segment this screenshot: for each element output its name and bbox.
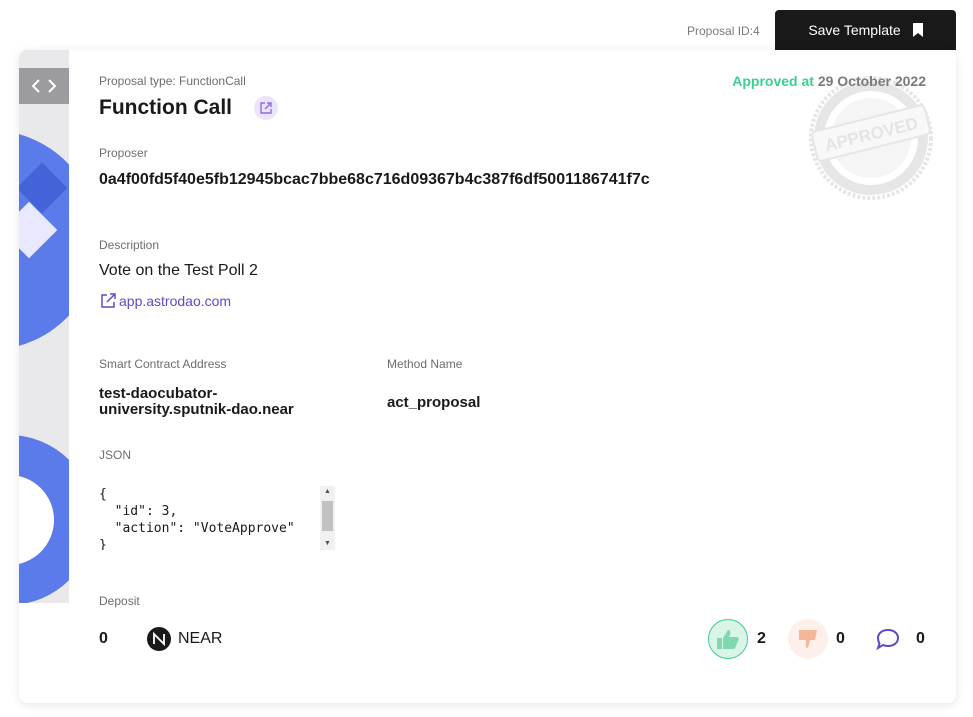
external-link-icon	[101, 293, 116, 308]
smart-contract-value: test-daocubator-university.sputnik-dao.n…	[99, 385, 294, 418]
proposal-id: Proposal ID:4	[687, 24, 760, 38]
vote-no-button[interactable]	[788, 619, 828, 659]
thumbs-up-icon	[717, 630, 739, 649]
scrollbar-thumb[interactable]	[322, 501, 333, 531]
dao-flag	[19, 50, 69, 603]
bookmark-icon	[912, 23, 923, 37]
save-template-button[interactable]: Save Template	[775, 10, 956, 50]
approved-stamp: APPROVED	[809, 76, 933, 200]
proposer-value: 0a4f00fd5f40e5fb12945bcac7bbe68c716d0936…	[99, 171, 650, 188]
dao-flag-art	[19, 50, 69, 603]
description-link[interactable]: app.astrodao.com	[99, 292, 231, 310]
vote-no: 0	[788, 619, 845, 659]
save-template-label: Save Template	[808, 22, 901, 38]
deposit-amount: 0	[99, 630, 108, 647]
approval-status: Approved at 29 October 2022	[732, 73, 926, 89]
vote-no-count: 0	[836, 630, 845, 647]
code-icon	[32, 79, 56, 93]
vote-yes: 2	[708, 619, 766, 659]
deposit-token: NEAR	[178, 630, 223, 647]
comments-count: 0	[916, 630, 925, 647]
thumbs-down-icon	[799, 630, 817, 648]
scroll-up-arrow-icon[interactable]: ▲	[320, 486, 335, 498]
approved-prefix: Approved at	[732, 73, 814, 89]
description-label: Description	[99, 238, 160, 252]
comments-button[interactable]	[868, 619, 908, 659]
deposit-label: Deposit	[99, 594, 140, 608]
vote-yes-count: 2	[757, 630, 766, 647]
near-logo-icon	[147, 627, 171, 651]
proposal-type-label: Proposal type: FunctionCall	[99, 74, 246, 88]
method-name-value: act_proposal	[387, 394, 481, 411]
smart-contract-label: Smart Contract Address	[99, 357, 227, 371]
comment-icon	[876, 628, 900, 650]
vote-yes-button[interactable]	[708, 619, 748, 659]
proposal-card: Proposal type: FunctionCall Function Cal…	[19, 50, 956, 703]
json-scrollbar[interactable]: ▲ ▼	[320, 486, 335, 550]
json-label: JSON	[99, 448, 132, 462]
description-link-text: app.astrodao.com	[119, 293, 232, 309]
proposal-title: Function Call	[99, 96, 232, 119]
scroll-down-arrow-icon[interactable]: ▼	[320, 538, 335, 550]
json-content: { "id": 3, "action": "VoteApprove" }	[99, 487, 295, 550]
json-viewer[interactable]: { "id": 3, "action": "VoteApprove" } ▲ ▼	[99, 486, 335, 550]
comments: 0	[868, 619, 925, 659]
description-text: Vote on the Test Poll 2	[99, 262, 258, 279]
external-link-icon	[260, 102, 272, 114]
proposer-label: Proposer	[99, 146, 148, 160]
approved-date: 29 October 2022	[817, 73, 926, 89]
code-toggle[interactable]	[19, 68, 69, 104]
open-proposal-link[interactable]	[254, 96, 278, 120]
proposal-main: Proposal type: FunctionCall Function Cal…	[69, 50, 956, 703]
method-name-label: Method Name	[387, 357, 463, 371]
